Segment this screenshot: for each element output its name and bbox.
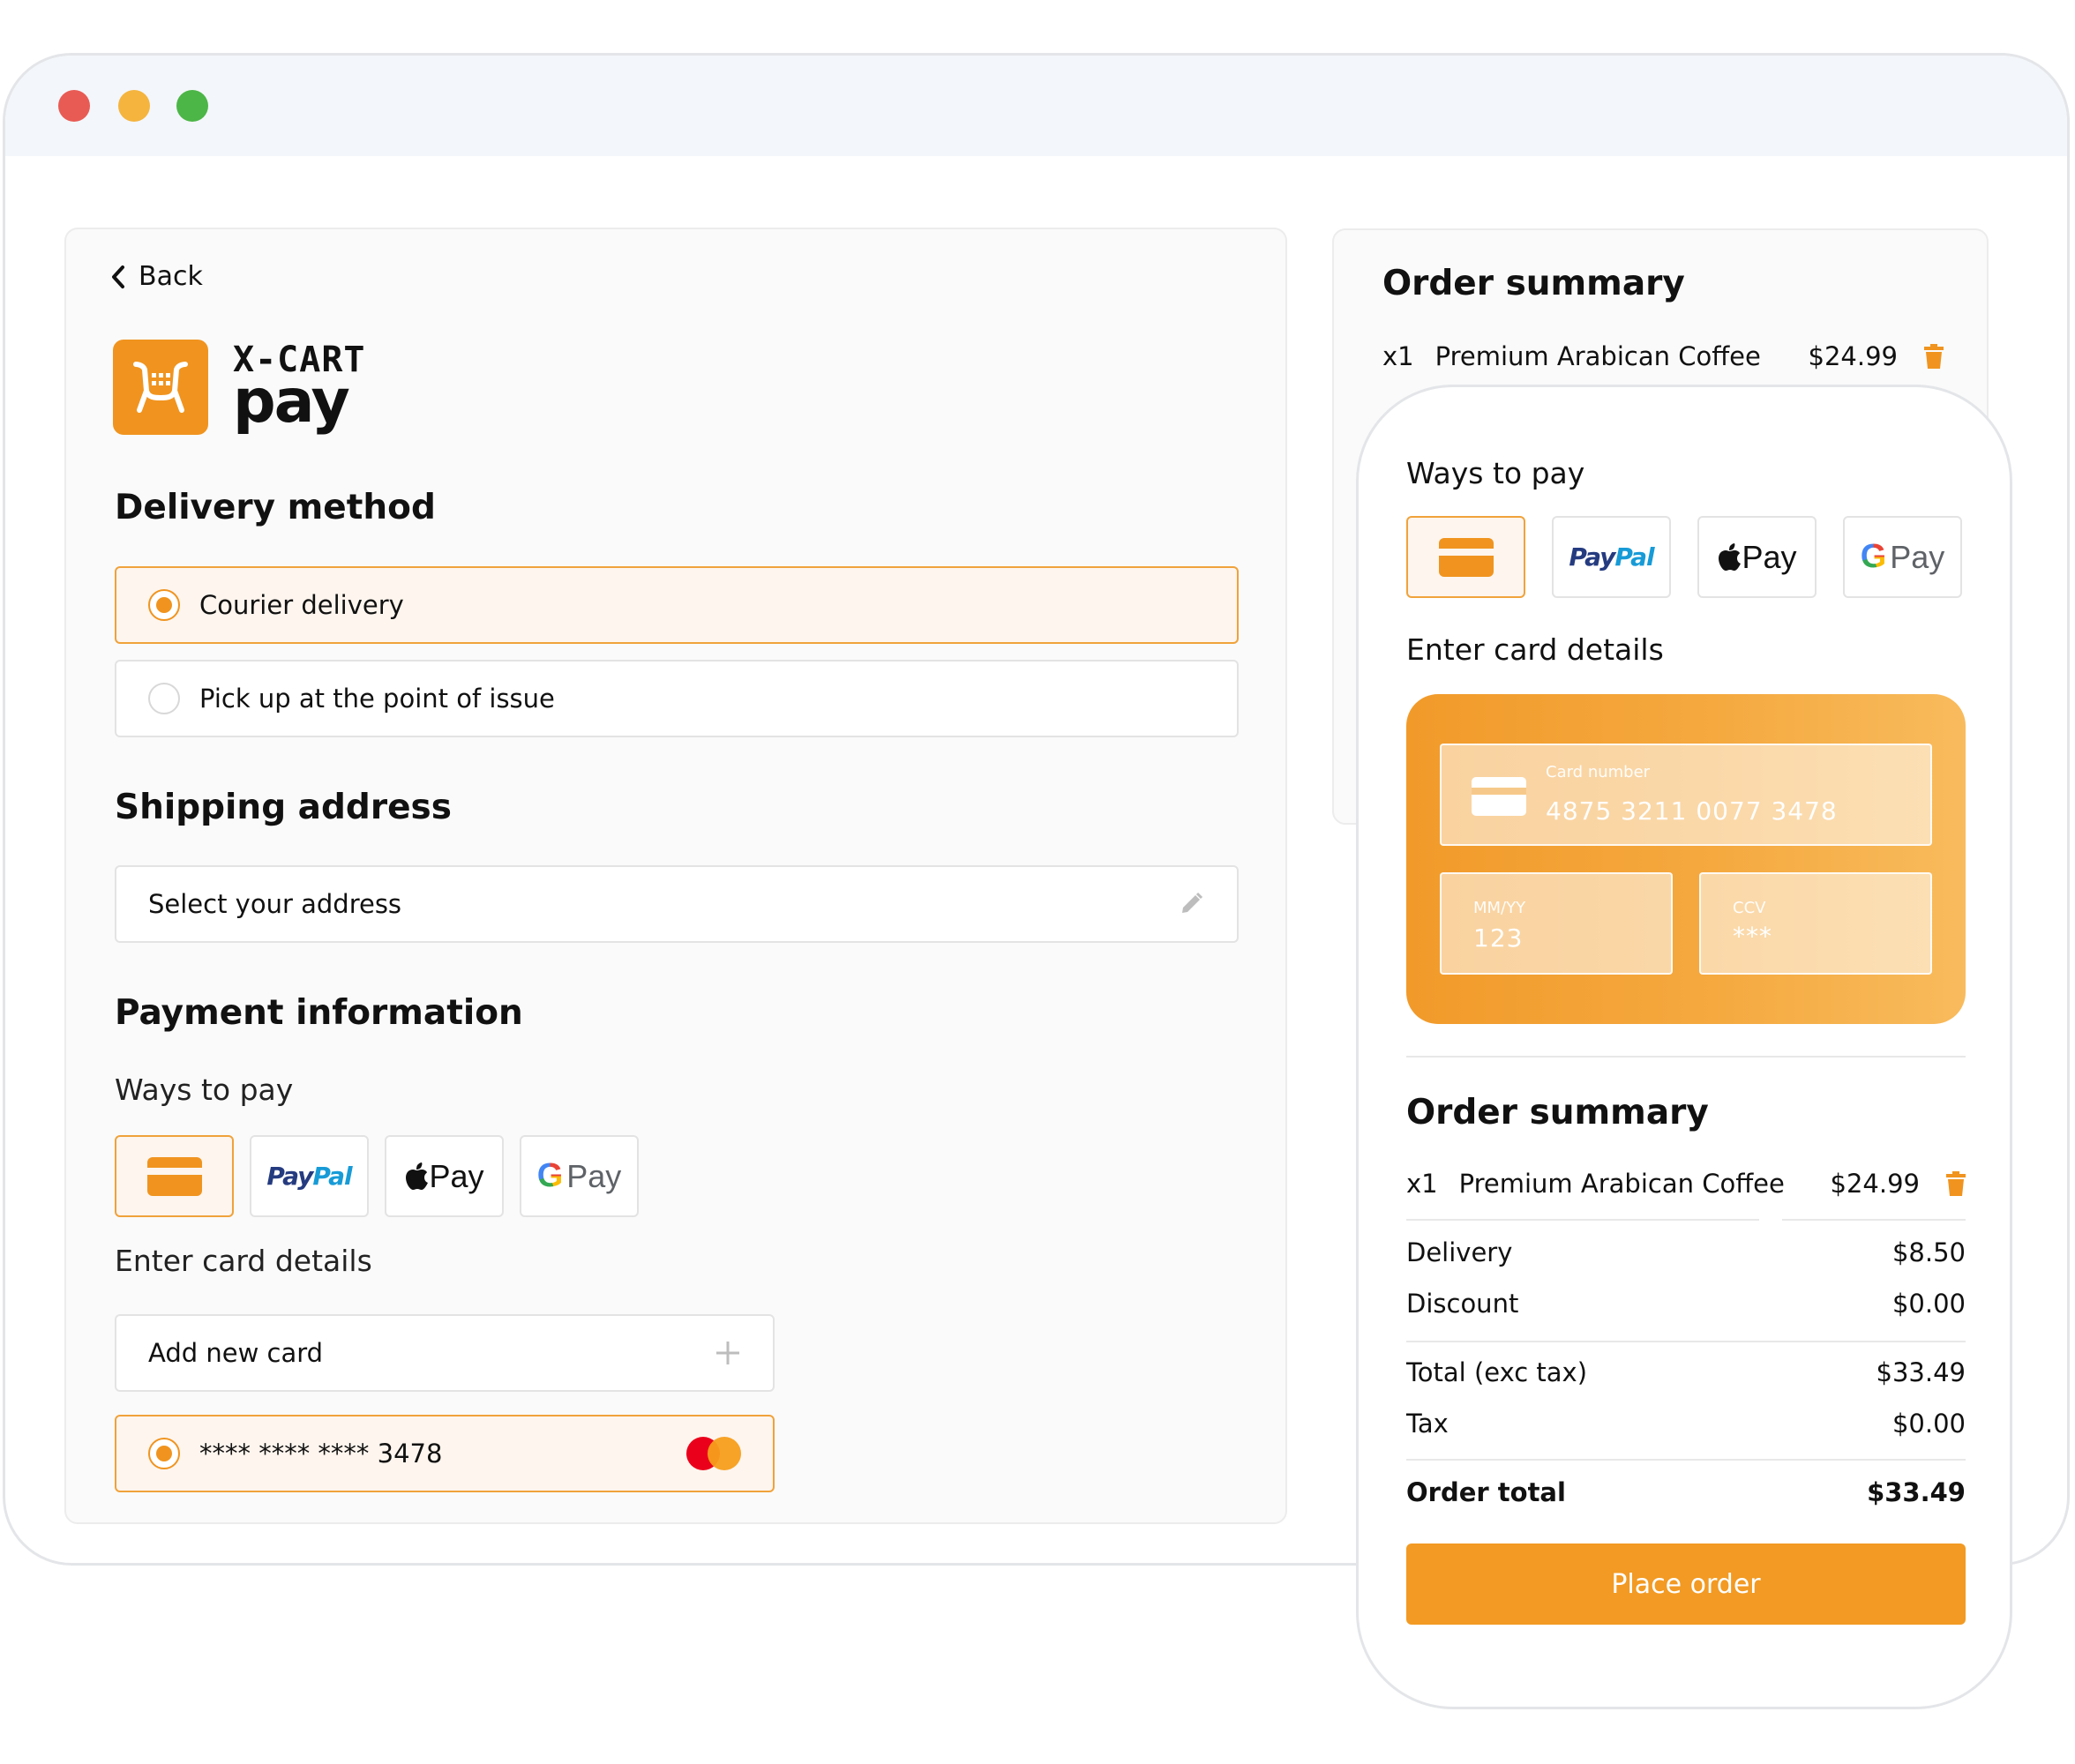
credit-card-icon	[1438, 537, 1494, 577]
item-name: Premium Arabican Coffee	[1458, 1169, 1785, 1199]
card-number-value: 4875 3211 0077 3478	[1546, 796, 1838, 826]
pay-method-apple-pay[interactable]: Pay	[1697, 516, 1817, 598]
discount-row: Discount $0.00	[1406, 1289, 1966, 1319]
cart-logo-icon	[113, 340, 208, 435]
mobile-checkout-card: Ways to pay PayPal Pay G Pay Enter card d…	[1356, 385, 2012, 1709]
discount-value: $0.00	[1891, 1289, 1966, 1319]
divider	[1406, 1056, 1966, 1058]
xcart-pay-logo: X-CART pay	[113, 340, 366, 435]
apple-icon	[1719, 542, 1742, 571]
order-summary-title: Order summary	[1382, 264, 1685, 303]
add-new-card-field[interactable]: Add new card	[115, 1314, 775, 1392]
credit-card-form: Card number 4875 3211 0077 3478 MM/YY 12…	[1406, 694, 1966, 1024]
item-qty: x1	[1406, 1169, 1438, 1199]
delivery-option-courier[interactable]: Courier delivery	[115, 566, 1239, 644]
ways-to-pay-label: Ways to pay	[1406, 456, 1585, 490]
delivery-option-pickup[interactable]: Pick up at the point of issue	[115, 660, 1239, 737]
pay-method-google-pay[interactable]: G Pay	[520, 1135, 639, 1217]
chevron-left-icon	[112, 265, 124, 288]
apple-pay-logo: Pay	[404, 1158, 484, 1195]
delivery-label: Delivery	[1406, 1237, 1513, 1267]
card-icon	[1472, 777, 1526, 816]
ccv-label: CCV	[1733, 899, 1766, 917]
place-order-button[interactable]: Place order	[1406, 1544, 1966, 1625]
close-window-button[interactable]	[58, 90, 90, 122]
divider	[1406, 1341, 1966, 1342]
address-select-field[interactable]: Select your address	[115, 865, 1239, 943]
item-price: $24.99	[1830, 1169, 1920, 1199]
trash-icon[interactable]	[1924, 344, 1944, 369]
ccv-value: ***	[1733, 922, 1772, 951]
card-number-label: Card number	[1546, 763, 1651, 781]
item-price: $24.99	[1808, 341, 1898, 371]
pay-method-card[interactable]	[115, 1135, 234, 1217]
delivery-row: Delivery $8.50	[1406, 1237, 1966, 1267]
maximize-window-button[interactable]	[176, 90, 208, 122]
delivery-value: $8.50	[1891, 1237, 1966, 1267]
delivery-option-label: Pick up at the point of issue	[199, 684, 555, 714]
item-qty: x1	[1382, 341, 1414, 371]
apple-pay-logo: Pay	[1717, 539, 1797, 576]
google-pay-logo: G Pay	[536, 1157, 622, 1194]
pay-method-paypal[interactable]: PayPal	[1552, 516, 1671, 598]
brand-line2: pay	[233, 367, 350, 437]
divider	[1406, 1459, 1966, 1461]
order-total-value: $33.49	[1867, 1477, 1966, 1507]
order-item-row: x1 Premium Arabican Coffee $24.99	[1406, 1169, 1966, 1199]
window-titlebar	[5, 56, 2067, 156]
radio-selected[interactable]	[148, 1438, 180, 1469]
google-g-icon: G	[1860, 538, 1887, 575]
saved-card-number: **** **** **** 3478	[199, 1439, 443, 1469]
enter-card-details-label: Enter card details	[1406, 632, 1664, 667]
order-total-row: Order total $33.49	[1406, 1477, 1966, 1507]
paypal-logo: PayPal	[1569, 542, 1654, 572]
delivery-option-label: Courier delivery	[199, 590, 404, 620]
google-pay-logo: G Pay	[1860, 538, 1945, 575]
pay-method-apple-pay[interactable]: Pay	[385, 1135, 504, 1217]
tax-value: $0.00	[1891, 1409, 1966, 1439]
credit-card-icon	[146, 1156, 202, 1196]
expiry-field[interactable]: MM/YY 123	[1440, 872, 1673, 975]
total-exc-tax-label: Total (exc tax)	[1406, 1357, 1588, 1387]
tax-row: Tax $0.00	[1406, 1409, 1966, 1439]
item-name: Premium Arabican Coffee	[1435, 341, 1761, 371]
ccv-field[interactable]: CCV ***	[1699, 872, 1932, 975]
address-placeholder: Select your address	[148, 889, 402, 919]
total-exc-tax-row: Total (exc tax) $33.49	[1406, 1357, 1966, 1387]
expiry-value: 123	[1473, 923, 1524, 953]
back-button[interactable]: Back	[110, 261, 203, 292]
apple-icon	[406, 1162, 429, 1190]
ways-to-pay-label: Ways to pay	[115, 1073, 294, 1107]
divider	[1406, 1219, 1759, 1221]
card-number-field[interactable]: Card number 4875 3211 0077 3478	[1440, 744, 1932, 846]
paypal-logo: PayPal	[266, 1162, 352, 1191]
order-total-label: Order total	[1406, 1477, 1566, 1507]
trash-icon[interactable]	[1946, 1171, 1966, 1196]
shipping-address-heading: Shipping address	[115, 788, 452, 827]
order-item-row: x1 Premium Arabican Coffee $24.99	[1382, 341, 1944, 371]
radio-selected[interactable]	[148, 589, 180, 621]
google-g-icon: G	[536, 1157, 564, 1194]
mastercard-icon	[686, 1437, 741, 1470]
radio-unselected[interactable]	[148, 683, 180, 714]
divider	[1782, 1219, 1966, 1221]
pay-method-paypal[interactable]: PayPal	[250, 1135, 369, 1217]
back-label: Back	[139, 261, 203, 292]
saved-card-option[interactable]: **** **** **** 3478	[115, 1415, 775, 1492]
delivery-method-heading: Delivery method	[115, 488, 436, 527]
order-summary-title: Order summary	[1406, 1093, 1709, 1132]
expiry-label: MM/YY	[1473, 899, 1526, 917]
tax-label: Tax	[1406, 1409, 1449, 1439]
total-exc-tax-value: $33.49	[1876, 1357, 1966, 1387]
enter-card-details-label: Enter card details	[115, 1244, 372, 1278]
pay-method-google-pay[interactable]: G Pay	[1843, 516, 1962, 598]
add-new-card-label: Add new card	[148, 1338, 324, 1368]
plus-icon[interactable]	[715, 1340, 741, 1366]
minimize-window-button[interactable]	[118, 90, 150, 122]
pencil-icon[interactable]	[1177, 890, 1205, 918]
payment-information-heading: Payment information	[115, 993, 523, 1033]
discount-label: Discount	[1406, 1289, 1519, 1319]
pay-method-card[interactable]	[1406, 516, 1525, 598]
checkout-panel: Back X-CART pay Delivery method Courier …	[64, 228, 1287, 1524]
